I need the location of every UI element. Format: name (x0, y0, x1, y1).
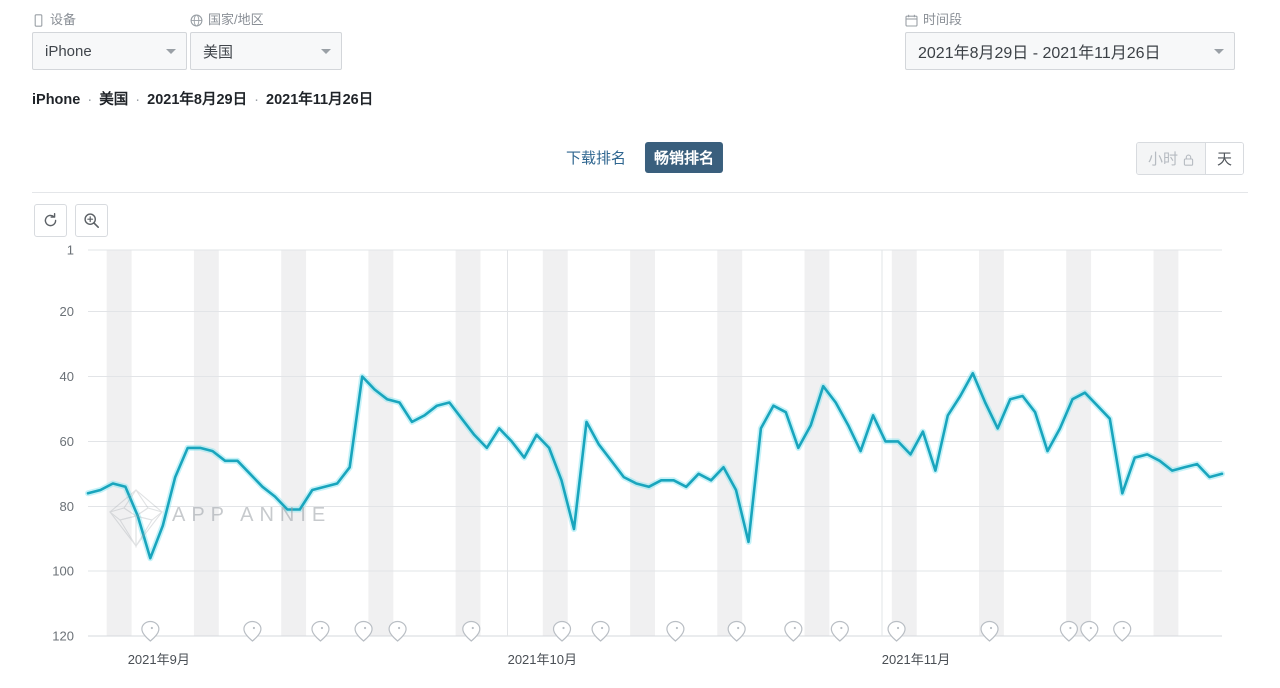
ranking-type-tabs: 下载排名 畅销排名 (557, 142, 724, 173)
reset-icon (42, 212, 59, 229)
event-marker-pin[interactable] (1080, 620, 1099, 642)
tab-grossing-rank[interactable]: 畅销排名 (645, 142, 724, 173)
y-axis-tick-label: 40 (60, 369, 74, 384)
tab-download-rank[interactable]: 下载排名 (557, 142, 635, 173)
granularity-day[interactable]: 天 (1204, 143, 1243, 174)
device-filter-label: 设备 (32, 12, 187, 28)
event-marker-pin[interactable] (462, 620, 481, 642)
country-filter-label-text: 国家/地区 (208, 12, 264, 27)
weekend-band (979, 250, 1004, 636)
event-marker-pin[interactable] (887, 620, 906, 642)
device-filter-group: 设备 iPhone (32, 12, 187, 70)
summary-start-date: 2021年8月29日 (147, 92, 248, 108)
date-range-select[interactable]: 2021年8月29日 - 2021年11月26日 (905, 32, 1235, 70)
granularity-hour-label: 小时 (1147, 151, 1178, 168)
chevron-down-icon (321, 49, 331, 54)
summary-end-date: 2021年11月26日 (266, 92, 374, 108)
lock-icon (1183, 153, 1194, 166)
summary-separator-2: · (135, 92, 141, 108)
calendar-icon (905, 14, 918, 27)
globe-icon (190, 14, 203, 27)
event-marker-pin[interactable] (311, 620, 330, 642)
weekend-band (630, 250, 655, 636)
y-axis-tick-label: 60 (60, 434, 74, 449)
section-divider (32, 192, 1248, 193)
date-range-filter-label: 时间段 (905, 12, 1235, 28)
device-select[interactable]: iPhone (32, 32, 187, 70)
event-marker-pin[interactable] (980, 620, 999, 642)
event-marker-pin[interactable] (784, 620, 803, 642)
chevron-down-icon (1214, 49, 1224, 54)
summary-device: iPhone (32, 92, 81, 108)
y-axis-tick-label: 120 (52, 629, 74, 644)
device-filter-label-text: 设备 (50, 12, 77, 27)
country-filter-label: 国家/地区 (190, 12, 342, 28)
y-axis-tick-label: 100 (52, 564, 74, 579)
weekend-band (1153, 250, 1179, 636)
weekend-band (106, 250, 132, 636)
zoom-in-button[interactable] (75, 204, 108, 237)
country-select[interactable]: 美国 (190, 32, 342, 70)
phone-icon (32, 13, 45, 27)
y-axis-tick-label: 80 (60, 499, 74, 514)
summary-country: 美国 (99, 92, 129, 108)
reset-zoom-button[interactable] (34, 204, 67, 237)
event-marker-pin[interactable] (141, 620, 160, 642)
x-axis-tick-label: 2021年9月 (128, 652, 190, 667)
magnifier-plus-icon (83, 212, 100, 229)
chart-canvas[interactable]: 1204060801001202021年9月 2021年10月 2021年11月 (0, 236, 1280, 688)
y-axis-tick-label: 20 (60, 304, 74, 319)
event-marker-pin[interactable] (354, 620, 373, 642)
country-select-value: 美国 (203, 43, 234, 61)
weekend-band (281, 250, 307, 636)
date-range-filter-label-text: 时间段 (923, 12, 963, 27)
event-marker-pin[interactable] (1059, 620, 1079, 642)
x-axis-tick-label: 2021年11月 (882, 652, 950, 667)
event-marker-pin[interactable] (727, 620, 746, 642)
event-marker-pin[interactable] (830, 620, 849, 642)
chart-toolbar (34, 204, 108, 237)
x-axis-tick-label: 2021年10月 (508, 652, 577, 667)
device-select-value: iPhone (45, 42, 92, 60)
selection-summary: iPhone · 美国 · 2021年8月29日 · 2021年11月26日 (32, 88, 373, 109)
date-range-select-value: 2021年8月29日 - 2021年11月26日 (918, 45, 1161, 62)
weekend-band (193, 250, 219, 636)
granularity-day-label: 天 (1216, 151, 1232, 168)
event-marker-pin[interactable] (388, 620, 407, 642)
granularity-hour[interactable]: 小时 (1136, 143, 1205, 174)
summary-separator-1: · (87, 92, 93, 108)
chart-controls-row: 下载排名 畅销排名 小时 天 (0, 142, 1280, 182)
country-filter-group: 国家/地区 美国 (190, 12, 342, 70)
weekend-band (804, 250, 830, 636)
granularity-toggle: 小时 天 (1135, 142, 1244, 175)
date-range-filter-group: 时间段 2021年8月29日 - 2021年11月26日 (905, 12, 1235, 70)
y-axis-tick-label: 1 (67, 243, 74, 258)
event-marker-pin[interactable] (1113, 620, 1132, 642)
event-marker-pin[interactable] (666, 620, 685, 642)
weekend-band (455, 250, 481, 636)
event-marker-pin[interactable] (243, 620, 262, 642)
chevron-down-icon (166, 49, 176, 54)
event-marker-pin[interactable] (591, 620, 610, 642)
summary-separator-3: · (254, 92, 259, 108)
filter-bar: 设备 iPhone 国家/地区 美国 时间段 2021年8月29日 - 2021… (0, 0, 1280, 88)
ranking-chart-page: 设备 iPhone 国家/地区 美国 时间段 2021年8月29日 - 2021… (0, 0, 1280, 688)
ranking-chart[interactable]: 1 20 40 60 80 100 120 2021年9月 2021年10月 2021年11月 A… (0, 236, 1280, 688)
weekend-band (717, 250, 743, 636)
weekend-band (1066, 250, 1092, 636)
event-marker-pin[interactable] (552, 620, 572, 642)
weekend-band (368, 250, 394, 636)
